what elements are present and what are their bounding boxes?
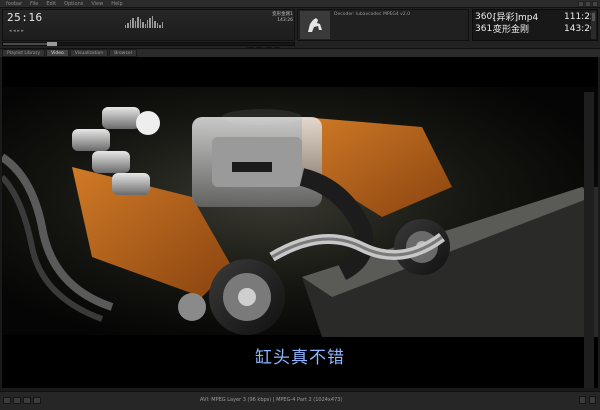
spectrum-bar — [144, 24, 146, 28]
tab-bar: Playlist Library Video Visualization Bro… — [0, 48, 600, 57]
row-number: 360. — [475, 11, 496, 22]
spectrum-bar — [137, 17, 139, 28]
track-info: 变形金刚1 143:26 — [235, 12, 293, 24]
spectrum-bar — [146, 20, 149, 28]
spectrum-bar — [134, 21, 137, 28]
menu-view[interactable]: View — [91, 1, 103, 7]
track-duration: 143:26 — [277, 18, 293, 23]
menu-edit[interactable]: Edit — [46, 1, 56, 7]
channel-indicator-icon: ◂ ◂ ▸ ▸ — [9, 28, 24, 34]
status-icons — [3, 397, 41, 404]
subtitle-text: 缸头真不错 — [255, 348, 345, 368]
seek-thumb[interactable] — [47, 42, 58, 46]
row-duration: 111:25 — [564, 11, 596, 22]
window-controls — [578, 1, 598, 7]
spectrum-bar — [142, 22, 144, 28]
info-icon[interactable] — [589, 396, 596, 404]
playlist-row[interactable]: 361. 变形金刚 143:26 — [475, 23, 596, 36]
player-display: 25:16 ◂ ◂ ▸ ▸ 变形金刚1 143:26 — [2, 9, 295, 41]
now-playing-panel: Decoder: lubavcodec MPEG4 v2.0 — [297, 9, 469, 41]
close-button[interactable] — [592, 1, 598, 7]
row-duration: 143:26 — [564, 23, 596, 34]
spectrum-bar — [149, 18, 151, 28]
tab-playlist-library[interactable]: Playlist Library — [2, 49, 46, 57]
maximize-button[interactable] — [585, 1, 591, 7]
codec-info: AVI: MPEG Layer 3 (96 kbps) | MPEG-4 Par… — [200, 397, 343, 403]
repeat-icon[interactable] — [13, 397, 21, 404]
title-bar: foobar File Edit Options View Help — [0, 0, 600, 8]
menu-file[interactable]: File — [30, 1, 38, 7]
shuffle-icon[interactable] — [23, 397, 31, 404]
playlist[interactable]: 360. [异彩]mp4 111:25 361. 变形金刚 143:26 — [472, 9, 598, 41]
status-right-icons — [579, 396, 596, 404]
white-horse-icon — [300, 11, 330, 39]
decoder-info: Decoder: lubavcodec MPEG4 v2.0 — [334, 12, 410, 17]
playlist-row[interactable]: 360. [异彩]mp4 111:25 — [475, 11, 596, 24]
spectrum-bar — [159, 25, 161, 28]
playlist-icon[interactable] — [33, 397, 41, 404]
fullscreen-icon[interactable] — [579, 396, 586, 404]
tab-visualization[interactable]: Visualization — [69, 49, 109, 57]
menu-bar: File Edit Options View Help — [30, 1, 123, 7]
video-frame — [2, 57, 598, 388]
minimize-button[interactable] — [578, 1, 584, 7]
spectrum-bar — [151, 16, 154, 28]
spectrum-bar — [161, 22, 163, 28]
tab-browser[interactable]: Browser — [109, 49, 138, 57]
video-scrollbar[interactable] — [584, 92, 594, 388]
playback-time: 25:16 — [7, 11, 43, 24]
seek-fill — [3, 43, 53, 45]
app-title: foobar — [6, 0, 23, 7]
stop-after-icon[interactable] — [3, 397, 11, 404]
spectrum-bar — [129, 20, 132, 28]
tab-video[interactable]: Video — [46, 49, 69, 57]
menu-options[interactable]: Options — [64, 1, 83, 7]
spectrum-visualizer — [125, 16, 163, 28]
spectrum-bar — [127, 23, 129, 28]
row-title: 变形金刚 — [493, 25, 530, 35]
row-number: 361. — [475, 23, 496, 34]
spectrum-bar — [132, 18, 134, 28]
menu-help[interactable]: Help — [111, 1, 122, 7]
spectrum-bar — [154, 21, 156, 28]
spectrum-bar — [156, 23, 159, 28]
seek-bar[interactable] — [2, 42, 295, 46]
video-area[interactable]: 缸头真不错 — [2, 57, 598, 388]
spectrum-bar — [139, 19, 142, 28]
spectrum-bar — [125, 25, 127, 28]
playlist-scrollbar[interactable] — [591, 11, 596, 39]
status-bar: AVI: MPEG Layer 3 (96 kbps) | MPEG-4 Par… — [0, 391, 600, 410]
